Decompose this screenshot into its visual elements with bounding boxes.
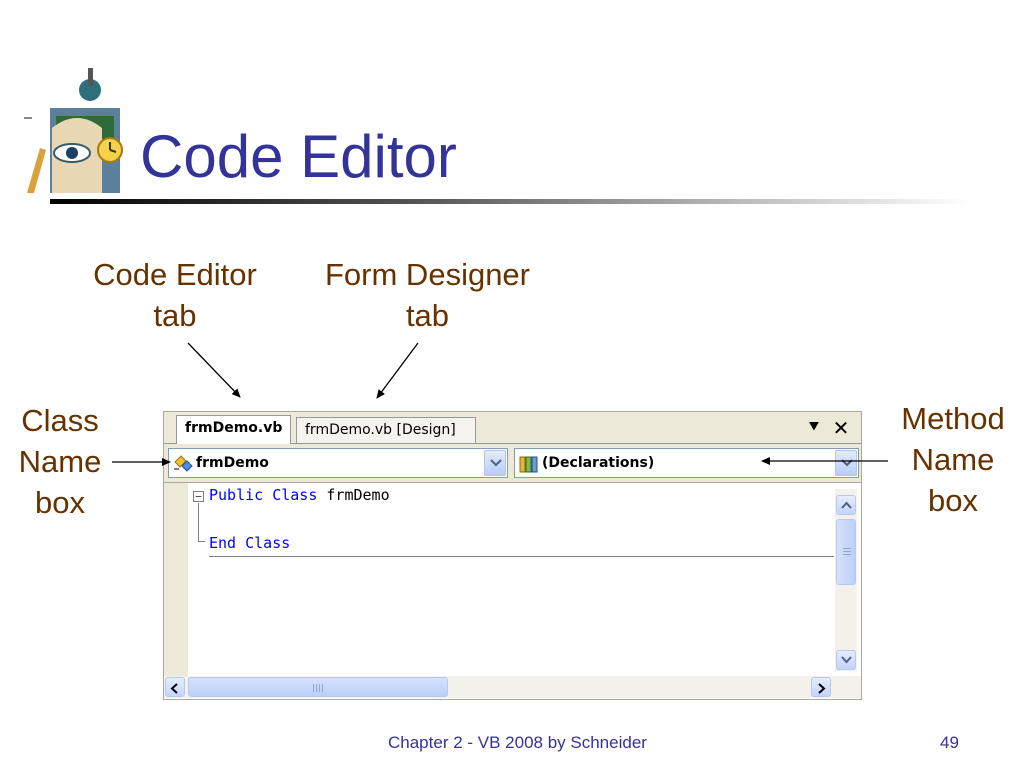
navigation-bar: frmDemo (Declarations)	[164, 448, 861, 478]
scroll-down-button[interactable]	[836, 650, 856, 670]
annotation-line: Name	[911, 442, 995, 477]
chevron-down-icon	[841, 459, 853, 467]
chevron-left-icon	[170, 683, 178, 694]
code-line: End Class	[209, 533, 290, 553]
grip-icon	[313, 684, 323, 692]
chevron-down-icon	[841, 656, 852, 664]
class-icon	[174, 455, 193, 472]
code-editor-window: frmDemo.vb frmDemo.vb [Design] ⯆ ✕ frmDe…	[163, 411, 862, 700]
code-keyword: Public Class	[209, 486, 318, 504]
annotation-line: box	[928, 483, 978, 518]
class-name-combo[interactable]: frmDemo	[168, 448, 508, 478]
class-name-value: frmDemo	[196, 455, 269, 471]
collapse-icon[interactable]: −	[193, 491, 204, 502]
method-name-value: (Declarations)	[542, 455, 655, 471]
vertical-scrollbar[interactable]	[835, 489, 857, 671]
slide-title: Code Editor	[140, 123, 457, 190]
method-name-combo[interactable]: (Declarations)	[514, 448, 859, 478]
slide-logo-icon	[24, 68, 123, 193]
scroll-right-button[interactable]	[811, 677, 831, 697]
annotation-line: tab	[153, 298, 197, 333]
grip-icon	[843, 548, 851, 556]
annotation-code-editor-tab: Code Editor tab	[75, 254, 275, 336]
annotation-line: Class	[21, 403, 99, 438]
tab-form-designer[interactable]: frmDemo.vb [Design]	[296, 417, 476, 443]
annotation-line: Code Editor	[93, 257, 257, 292]
code-gutter	[164, 483, 188, 678]
scroll-left-button[interactable]	[165, 677, 185, 697]
code-text-area[interactable]: − Public Class frmDemo End Class	[164, 482, 861, 699]
slide-footer: Chapter 2 - VB 2008 by Schneider	[388, 733, 647, 752]
page-number: 49	[940, 733, 959, 752]
window-position-dropdown-icon[interactable]: ⯆	[804, 417, 824, 439]
annotation-line: Form Designer	[325, 257, 530, 292]
arrow-code-editor-tab	[187, 342, 241, 398]
outline-line	[198, 541, 205, 542]
annotation-line: tab	[405, 298, 450, 333]
code-identifier: frmDemo	[326, 486, 390, 504]
code-keyword: End Class	[209, 534, 291, 552]
annotation-class-name-box: Class Name box	[0, 400, 120, 523]
annotation-line: box	[35, 485, 85, 520]
annotation-line: Name	[18, 444, 102, 479]
tab-code-editor[interactable]: frmDemo.vb	[176, 415, 292, 444]
close-icon[interactable]: ✕	[831, 417, 851, 439]
outline-line	[198, 503, 199, 541]
scroll-up-button[interactable]	[836, 495, 856, 515]
arrow-form-designer-tab	[376, 342, 419, 399]
horizontal-scrollbar[interactable]	[164, 676, 861, 698]
chevron-down-icon	[490, 459, 502, 467]
annotation-form-designer-tab: Form Designer tab	[305, 254, 550, 336]
title-divider	[50, 199, 970, 204]
chevron-right-icon	[818, 683, 826, 694]
vertical-scroll-thumb[interactable]	[836, 519, 856, 585]
code-line: Public Class frmDemo	[209, 485, 390, 505]
annotation-line: Method	[901, 401, 1005, 436]
class-combo-dropdown-button[interactable]	[484, 450, 506, 476]
annotation-method-name-box: Method Name box	[888, 398, 1018, 521]
method-combo-dropdown-button[interactable]	[835, 450, 857, 476]
procedure-separator	[209, 556, 834, 557]
declarations-icon	[519, 456, 538, 473]
horizontal-scroll-thumb[interactable]	[188, 677, 448, 697]
chevron-up-icon	[841, 501, 852, 509]
tab-strip: frmDemo.vb frmDemo.vb [Design] ⯆ ✕	[164, 412, 861, 445]
